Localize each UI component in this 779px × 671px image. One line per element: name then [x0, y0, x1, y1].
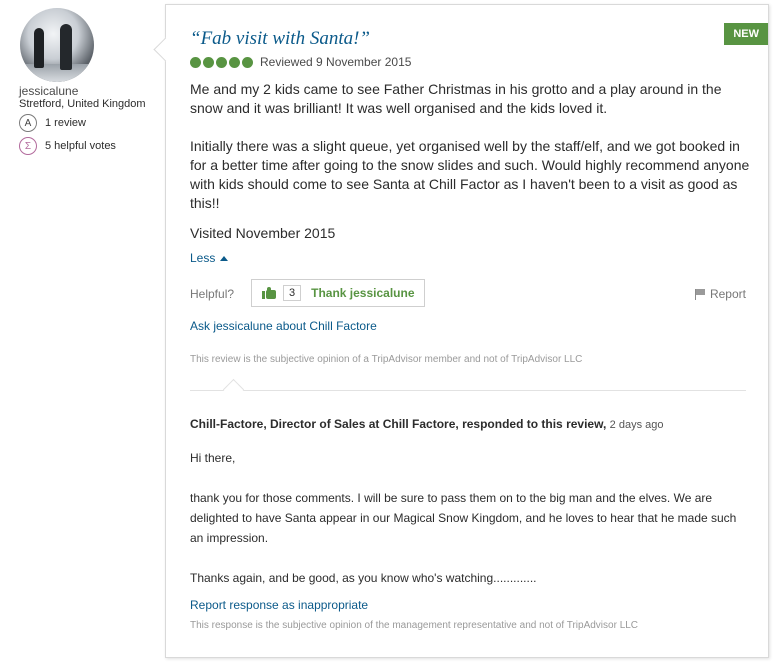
thumbs-up-icon: [262, 287, 276, 299]
review-count-icon: A: [19, 114, 37, 132]
responder-line: Chill-Factore, Director of Sales at Chil…: [190, 417, 664, 431]
helpful-votes-text: 5 helpful votes: [45, 140, 116, 152]
review-paragraph: Me and my 2 kids came to see Father Chri…: [190, 81, 722, 116]
ask-reviewer-link[interactable]: Ask jessicalune about Chill Factore: [190, 319, 377, 333]
rating-bubble: [190, 56, 201, 68]
less-toggle[interactable]: Less: [190, 251, 229, 265]
report-button[interactable]: Report: [694, 287, 746, 301]
review-paragraph: Initially there was a slight queue, yet …: [190, 138, 750, 211]
new-badge: NEW: [724, 23, 768, 45]
visited-date: Visited November 2015: [190, 225, 336, 241]
rating-bubble: [229, 56, 240, 68]
response-age: 2 days ago: [609, 419, 664, 431]
review-body: Me and my 2 kids came to see Father Chri…: [190, 80, 750, 232]
rating-bubble: [242, 56, 253, 68]
helpful-votes-badge: Ʃ 5 helpful votes: [19, 137, 116, 155]
less-label: Less: [190, 251, 216, 265]
rating-bubble: [216, 56, 227, 68]
response-body: Hi there, thank you for those comments. …: [190, 448, 746, 608]
flag-icon: [694, 288, 706, 300]
review-card: NEW “Fab visit with Santa!” Reviewed 9 N…: [153, 4, 769, 658]
card-pointer: [153, 37, 178, 62]
helpful-votes-icon: Ʃ: [19, 137, 37, 155]
report-label: Report: [709, 287, 746, 301]
report-response-link[interactable]: Report response as inappropriate: [190, 598, 368, 612]
thank-label: Thank jessicalune: [311, 286, 415, 300]
response-paragraph: Hi there,: [190, 451, 236, 465]
helpful-label: Helpful?: [190, 287, 235, 301]
response-disclaimer: This response is the subjective opinion …: [190, 620, 639, 631]
thank-count: 3: [283, 285, 302, 301]
thank-button[interactable]: 3 Thank jessicalune: [251, 279, 425, 307]
avatar[interactable]: [20, 8, 94, 82]
rating-row: Reviewed 9 November 2015: [190, 55, 411, 69]
caret-up-icon: [220, 256, 229, 261]
response-paragraph: Thanks again, and be good, as you know w…: [190, 571, 537, 585]
review-count-text: 1 review: [45, 117, 86, 129]
response-divider: [190, 378, 746, 401]
reviewer-location: Stretford, United Kingdom: [19, 98, 146, 110]
reviewed-date: Reviewed 9 November 2015: [260, 55, 412, 69]
review-title[interactable]: “Fab visit with Santa!”: [190, 28, 370, 50]
responder-name: Chill-Factore, Director of Sales at Chil…: [190, 417, 607, 431]
review-disclaimer: This review is the subjective opinion of…: [190, 354, 583, 365]
review-count-badge: A 1 review: [19, 114, 86, 132]
rating-bubble: [203, 56, 214, 68]
response-paragraph: thank you for those comments. I will be …: [190, 491, 737, 545]
reviewer-username[interactable]: jessicalune: [19, 84, 78, 98]
